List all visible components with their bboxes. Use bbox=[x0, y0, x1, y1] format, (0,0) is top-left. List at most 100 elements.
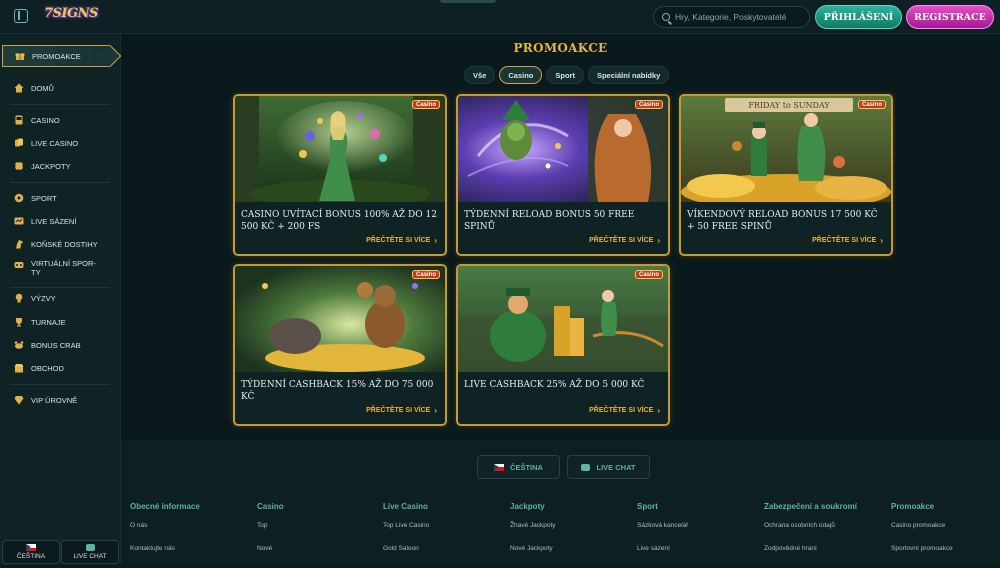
page-title: PROMOAKCE bbox=[513, 41, 608, 55]
search-icon bbox=[662, 13, 670, 21]
read-more-link[interactable]: PŘEČTĚTE SI VÍCE › bbox=[589, 236, 660, 245]
sidebar-toggle-icon[interactable] bbox=[14, 9, 28, 23]
read-more-label: PŘEČTĚTE SI VÍCE bbox=[589, 237, 654, 244]
live-betting-icon bbox=[14, 216, 24, 226]
sidebar-item-live-sazeni[interactable]: LIVE SÁZENÍ bbox=[0, 211, 121, 231]
footer-column: Obecné informace O nás Kontaktujte nás bbox=[130, 502, 250, 568]
footer-column: Sport Sázková kancelář Live sázení bbox=[637, 502, 757, 568]
read-more-link[interactable]: PŘEČTĚTE SI VÍCE › bbox=[366, 236, 437, 245]
trophy-icon bbox=[14, 317, 24, 327]
login-button[interactable]: PŘIHLÁŠENÍ bbox=[815, 5, 902, 29]
read-more-label: PŘEČTĚTE SI VÍCE bbox=[589, 407, 654, 414]
sidebar-item-label: CASINO bbox=[31, 115, 60, 125]
chevron-right-icon: › bbox=[880, 236, 883, 245]
sidebar-divider bbox=[10, 104, 110, 105]
sidebar-item-casino[interactable]: CASINO bbox=[0, 110, 121, 130]
footer-link[interactable]: Top bbox=[257, 522, 377, 545]
promo-card[interactable]: Casino TÝDENNÍ CASHBACK 15% AŽ DO 75 000… bbox=[233, 264, 447, 426]
home-icon bbox=[14, 83, 24, 93]
promo-card-image bbox=[458, 96, 668, 202]
virtual-sports-icon bbox=[14, 260, 24, 270]
footer-column-title: Zabezpečení a soukromí bbox=[764, 502, 857, 511]
sidebar-item-bonus-crab[interactable]: BONUS CRAB bbox=[0, 335, 121, 355]
challenge-icon bbox=[14, 293, 24, 303]
category-badge: Casino bbox=[634, 270, 663, 279]
footer-link[interactable]: Sázková kancelář bbox=[637, 522, 757, 545]
sidebar-item-obchod[interactable]: OBCHOD bbox=[0, 358, 121, 378]
sidebar-item-vyzvy[interactable]: VÝZVY bbox=[0, 288, 121, 308]
chevron-right-icon: › bbox=[657, 406, 660, 415]
footer-link[interactable]: Top Live Casino bbox=[383, 522, 503, 545]
footer-link[interactable]: O nás bbox=[130, 522, 250, 545]
sidebar-item-label: KOŇSKÉ DOSTIHY bbox=[31, 239, 98, 249]
promo-card-title: TÝDENNÍ CASHBACK 15% AŽ DO 75 000 KČ bbox=[241, 380, 434, 402]
sidebar-live-chat-button[interactable]: LIVE CHAT bbox=[61, 540, 119, 564]
footer-column: Promoakce Casino promoakce Sportovní pro… bbox=[891, 502, 991, 568]
promo-card[interactable]: Casino TÝDENNÍ RELOAD BONUS 50 FREE SPIN… bbox=[456, 94, 670, 256]
sidebar-item-virtualni-sporty[interactable]: VIRTUÁLNÍ SPOR-TY bbox=[0, 257, 121, 279]
tab-vse[interactable]: Vše bbox=[464, 66, 496, 84]
sidebar-item-vip-urovne[interactable]: VIP ÚROVNĚ bbox=[0, 390, 121, 410]
tab-specialni-nabidky[interactable]: Speciální nabídky bbox=[587, 66, 670, 84]
tab-sport[interactable]: Sport bbox=[546, 66, 584, 84]
sidebar-item-konske-dostihy[interactable]: KOŇSKÉ DOSTIHY bbox=[0, 234, 121, 254]
main-content: PROMOAKCE Vše Casino Sport Speciální nab… bbox=[121, 34, 1000, 565]
chevron-right-icon: › bbox=[434, 406, 437, 415]
footer-column-title: Sport bbox=[637, 502, 658, 511]
register-button[interactable]: REGISTRACE bbox=[906, 5, 994, 29]
slot-icon bbox=[14, 115, 24, 125]
footer-column: Live Casino Top Live Casino Gold Saloon bbox=[383, 502, 503, 568]
footer-live-chat-label: LIVE CHAT bbox=[596, 462, 636, 472]
promo-card-title: TÝDENNÍ RELOAD BONUS 50 FREE SPINŮ bbox=[464, 210, 635, 232]
footer-column-title: Jackpoty bbox=[510, 502, 545, 511]
footer-column-title: Obecné informace bbox=[130, 502, 200, 511]
search-box[interactable] bbox=[653, 6, 810, 28]
sidebar-item-label: TURNAJE bbox=[31, 317, 66, 327]
sidebar-item-domu[interactable]: DOMŮ bbox=[0, 78, 121, 98]
footer-column: Zabezpečení a soukromí Ochrana osobních … bbox=[764, 502, 884, 568]
sidebar: PROMOAKCE DOMŮ CASINO LIVE CASINO JACKPO… bbox=[0, 34, 121, 565]
sidebar-live-chat-label: LIVE CHAT bbox=[73, 553, 107, 560]
sidebar-item-label: LIVE CASINO bbox=[31, 138, 79, 148]
promo-card-title: VÍKENDOVÝ RELOAD BONUS 17 500 KČ + 50 FR… bbox=[687, 210, 878, 232]
promo-card-image bbox=[458, 266, 668, 372]
sidebar-item-live-casino[interactable]: LIVE CASINO bbox=[0, 133, 121, 153]
promo-card[interactable]: FRIDAY to SUNDAY Casino VÍKENDOVÝ RELOAD… bbox=[679, 94, 893, 256]
sidebar-item-label: PROMOAKCE bbox=[32, 51, 81, 61]
category-badge: Casino bbox=[411, 100, 440, 109]
sidebar-item-promoakce[interactable]: PROMOAKCE bbox=[2, 45, 110, 67]
sidebar-item-label: VIRTUÁLNÍ SPOR-TY bbox=[31, 259, 96, 277]
footer-link[interactable]: Ochrana osobních údajů bbox=[764, 522, 884, 545]
read-more-link[interactable]: PŘEČTĚTE SI VÍCE › bbox=[812, 236, 883, 245]
sidebar-item-sport[interactable]: SPORT bbox=[0, 188, 121, 208]
czech-flag-icon bbox=[26, 544, 36, 551]
read-more-link[interactable]: PŘEČTĚTE SI VÍCE › bbox=[589, 406, 660, 415]
czech-flag-icon bbox=[494, 463, 505, 471]
search-input[interactable] bbox=[675, 12, 803, 22]
chat-icon bbox=[581, 463, 591, 471]
sidebar-item-label: LIVE SÁZENÍ bbox=[31, 216, 77, 226]
sidebar-language-button[interactable]: ČEŠTINA bbox=[2, 540, 60, 564]
promo-card[interactable]: Casino LIVE CASHBACK 25% AŽ DO 5 000 KČ … bbox=[456, 264, 670, 426]
footer-live-chat-button[interactable]: LIVE CHAT bbox=[567, 455, 650, 479]
sidebar-item-jackpoty[interactable]: JACKPOTY bbox=[0, 156, 121, 176]
sidebar-item-label: VIP ÚROVNĚ bbox=[31, 395, 78, 405]
category-badge: Casino bbox=[411, 270, 440, 279]
sidebar-item-label: JACKPOTY bbox=[31, 161, 71, 171]
sidebar-divider bbox=[10, 384, 110, 385]
crab-icon bbox=[14, 340, 24, 350]
footer-column-title: Promoakce bbox=[891, 502, 935, 511]
footer-link[interactable]: Casino promoakce bbox=[891, 522, 991, 545]
horse-icon bbox=[14, 239, 24, 249]
read-more-link[interactable]: PŘEČTĚTE SI VÍCE › bbox=[366, 406, 437, 415]
sidebar-item-turnaje[interactable]: TURNAJE bbox=[0, 312, 121, 332]
footer-link[interactable]: Žhavé Jackpoty bbox=[510, 522, 630, 545]
read-more-label: PŘEČTĚTE SI VÍCE bbox=[366, 407, 431, 414]
footer-column: Jackpoty Žhavé Jackpoty Nové Jackpoty bbox=[510, 502, 630, 568]
site-logo[interactable]: 7SIGNS bbox=[44, 6, 98, 21]
sidebar-item-label: OBCHOD bbox=[31, 363, 64, 373]
tab-casino[interactable]: Casino bbox=[499, 66, 543, 84]
promo-card-image: FRIDAY to SUNDAY bbox=[681, 96, 891, 202]
footer-language-button[interactable]: ČEŠTINA bbox=[477, 455, 560, 479]
promo-card[interactable]: Casino CASINO UVÍTACÍ BONUS 100% AŽ DO 1… bbox=[233, 94, 447, 256]
